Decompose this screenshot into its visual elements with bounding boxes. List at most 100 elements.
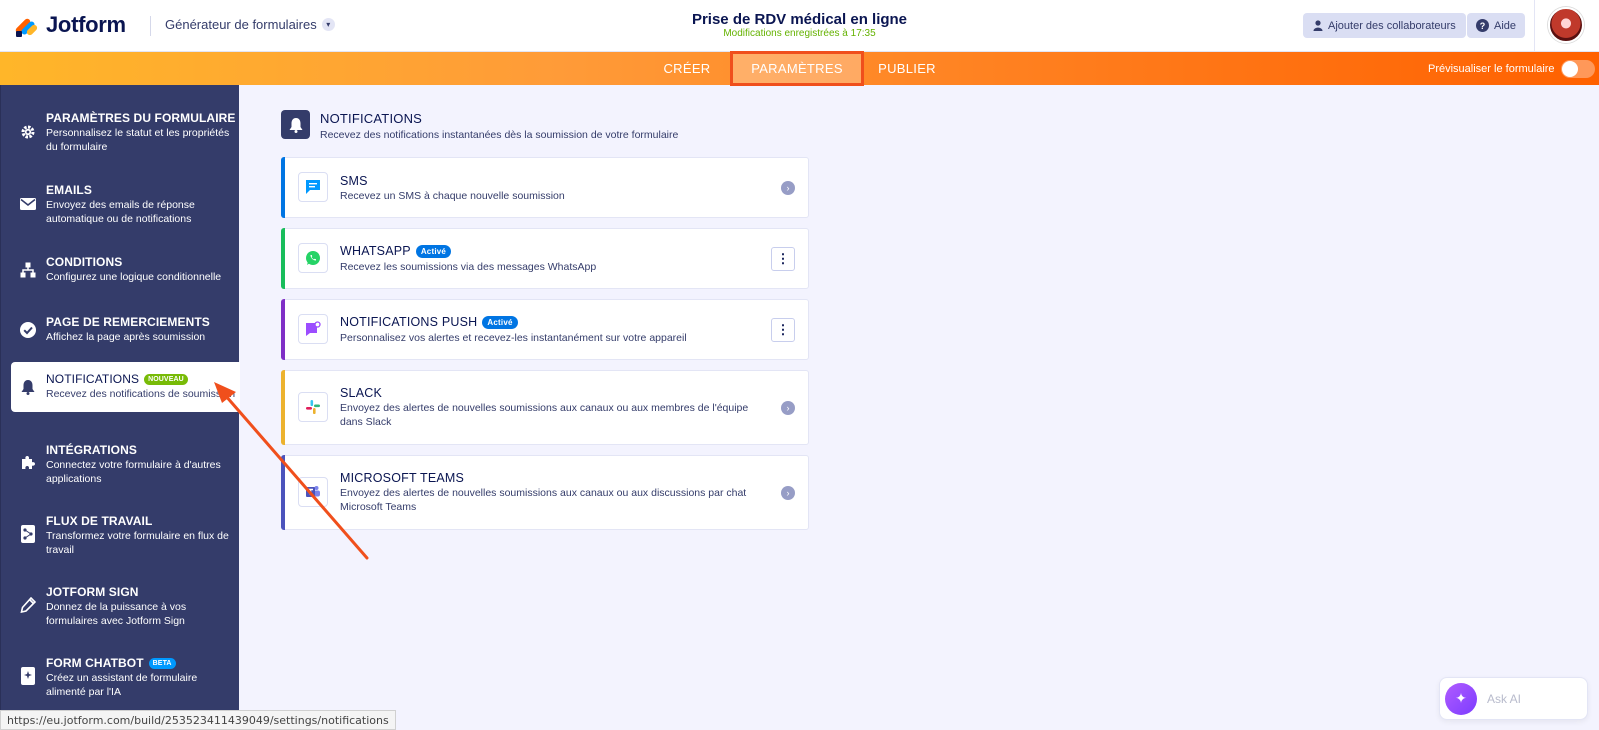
puzzle-icon: [19, 454, 37, 472]
chevron-right-icon[interactable]: ›: [781, 401, 795, 415]
card-desc: Envoyez des alertes de nouvelles soumiss…: [340, 487, 747, 513]
sidebar-item-title: INTÉGRATIONS: [46, 443, 137, 457]
notification-card-push[interactable]: NOTIFICATIONS PUSH Activé Personnalisez …: [281, 299, 809, 360]
sidebar-item-title: NOTIFICATIONS NOUVEAU: [46, 372, 188, 386]
active-badge: Activé: [415, 244, 452, 258]
sidebar-item-desc: Configurez une logique conditionnelle: [46, 271, 222, 283]
bell-icon: [281, 110, 310, 139]
sidebar-item-title: CONDITIONS: [46, 255, 123, 269]
sidebar-item-desc: Personnalisez le statut et les propriété…: [46, 127, 230, 153]
gear-icon: [19, 123, 37, 141]
envelope-icon: [19, 195, 37, 213]
sidebar-item-desc: Connectez votre formulaire à d'autres ap…: [46, 459, 221, 485]
sidebar-item-title: FLUX DE TRAVAIL: [46, 514, 153, 528]
sidebar-item-jotform-sign[interactable]: JOTFORM SIGN Donnez de la puissance à vo…: [1, 581, 240, 631]
chevron-right-icon[interactable]: ›: [781, 181, 795, 195]
sidebar-item-desc: Recevez des notifications de soumission: [46, 388, 236, 400]
card-accent-bar: [281, 370, 285, 445]
sidebar-item-label: FORM CHATBOT: [46, 656, 144, 670]
sidebar-item-integrations[interactable]: INTÉGRATIONS Connectez votre formulaire …: [1, 439, 240, 489]
sidebar-item-title: PARAMÈTRES DU FORMULAIRE: [46, 111, 236, 125]
pen-icon: [19, 596, 37, 614]
check-circle-icon: [19, 321, 37, 339]
sidebar-item-emails[interactable]: EMAILS Envoyez des emails de réponse aut…: [1, 179, 240, 229]
card-desc: Recevez un SMS à chaque nouvelle soumiss…: [340, 190, 565, 202]
main-nav: CRÉER PARAMÈTRES PUBLIER Prévisualiser l…: [0, 51, 1599, 86]
sidebar-item-workflow[interactable]: FLUX DE TRAVAIL Transformez votre formul…: [1, 510, 240, 560]
sidebar-item-form-settings[interactable]: PARAMÈTRES DU FORMULAIRE Personnalisez l…: [1, 107, 240, 167]
chatbot-icon: [19, 667, 37, 685]
card-title-text: SMS: [340, 174, 368, 188]
active-badge: Activé: [482, 315, 518, 329]
notification-card-slack[interactable]: SLACK Envoyez des alertes de nouvelles s…: [281, 370, 809, 445]
sidebar-item-desc: Affichez la page après soumission: [46, 331, 206, 343]
notification-card-teams[interactable]: MICROSOFT TEAMS Envoyez des alertes de n…: [281, 455, 809, 530]
avatar[interactable]: [1548, 7, 1584, 43]
workflow-icon: [19, 525, 37, 543]
bell-icon: [19, 378, 37, 396]
sidebar-item-label: NOTIFICATIONS: [46, 372, 140, 386]
tab-creer[interactable]: CRÉER: [652, 52, 722, 85]
card-accent-bar: [281, 299, 285, 360]
section-title: NOTIFICATIONS: [320, 111, 423, 126]
hierarchy-icon: [19, 261, 37, 279]
card-accent-bar: [281, 228, 285, 289]
sidebar-item-desc: Créez un assistant de formulaire aliment…: [46, 672, 198, 698]
preview-toggle[interactable]: [1560, 60, 1595, 78]
slack-icon: [298, 392, 328, 422]
preview-toggle-group: Prévisualiser le formulaire: [1428, 60, 1595, 78]
sidebar-item-notifications[interactable]: NOTIFICATIONS NOUVEAU Recevez des notifi…: [11, 362, 240, 412]
card-title: NOTIFICATIONS PUSH Activé: [340, 315, 518, 329]
whatsapp-icon: [298, 243, 328, 273]
more-options-button[interactable]: ⋮: [771, 247, 795, 271]
more-options-button[interactable]: ⋮: [771, 318, 795, 342]
collab-label: Ajouter des collaborateurs: [1328, 19, 1456, 32]
sms-icon: [298, 172, 328, 202]
sidebar-item-desc: Envoyez des emails de réponse automatiqu…: [46, 199, 195, 225]
status-url: https://eu.jotform.com/build/25352341143…: [0, 710, 396, 730]
beta-badge: BETA: [148, 657, 176, 669]
add-collaborators-button[interactable]: Ajouter des collaborateurs: [1303, 13, 1466, 38]
card-title-text: NOTIFICATIONS PUSH: [340, 315, 478, 329]
settings-sidebar: PARAMÈTRES DU FORMULAIRE Personnalisez l…: [0, 85, 240, 730]
top-header: Jotform Générateur de formulaires ▾ Pris…: [0, 0, 1599, 52]
tab-publier[interactable]: PUBLIER: [872, 52, 942, 85]
header-divider-right: [1534, 0, 1535, 52]
sidebar-item-conditions[interactable]: CONDITIONS Configurez une logique condit…: [1, 251, 240, 291]
notification-card-whatsapp[interactable]: WHATSAPP Activé Recevez les soumissions …: [281, 228, 809, 289]
new-badge: NOUVEAU: [144, 373, 188, 385]
sparkle-icon: ✦: [1445, 682, 1477, 715]
sidebar-item-title: EMAILS: [46, 183, 92, 197]
teams-icon: [298, 477, 328, 507]
card-desc: Envoyez des alertes de nouvelles soumiss…: [340, 402, 749, 428]
notification-card-sms[interactable]: SMS Recevez un SMS à chaque nouvelle sou…: [281, 157, 809, 218]
card-accent-bar: [281, 455, 285, 530]
card-title: SMS: [340, 174, 368, 188]
sidebar-item-thank-you-page[interactable]: PAGE DE REMERCIEMENTS Affichez la page a…: [1, 311, 240, 351]
sidebar-item-desc: Donnez de la puissance à vos formulaires…: [46, 601, 187, 627]
card-desc: Recevez les soumissions via des messages…: [340, 261, 597, 273]
sidebar-item-desc: Transformez votre formulaire en flux de …: [46, 530, 229, 556]
card-title-text: SLACK: [340, 386, 382, 400]
card-desc: Personnalisez vos alertes et recevez-les…: [340, 332, 687, 344]
card-accent-bar: [281, 157, 285, 218]
sidebar-item-form-chatbot[interactable]: FORM CHATBOT BETA Créez un assistant de …: [1, 652, 240, 702]
card-title-text: WHATSAPP: [340, 244, 411, 258]
ask-ai-button[interactable]: ✦ Ask AI: [1439, 677, 1588, 720]
sidebar-item-title: FORM CHATBOT BETA: [46, 656, 176, 670]
help-label: Aide: [1494, 19, 1517, 32]
card-title: MICROSOFT TEAMS: [340, 471, 464, 485]
tab-parametres[interactable]: PARAMÈTRES: [730, 51, 864, 86]
ask-ai-label: Ask AI: [1487, 691, 1522, 706]
section-desc: Recevez des notifications instantanées d…: [320, 129, 679, 141]
card-title-text: MICROSOFT TEAMS: [340, 471, 465, 485]
preview-label: Prévisualiser le formulaire: [1428, 63, 1555, 75]
sidebar-item-title: PAGE DE REMERCIEMENTS: [46, 315, 210, 329]
notifications-header: NOTIFICATIONS Recevez des notifications …: [281, 110, 678, 141]
chevron-right-icon[interactable]: ›: [781, 486, 795, 500]
user-icon: [1313, 20, 1323, 31]
push-icon: [298, 314, 328, 344]
card-title: WHATSAPP Activé: [340, 244, 452, 258]
sidebar-item-title: JOTFORM SIGN: [46, 585, 139, 599]
help-button[interactable]: ? Aide: [1467, 13, 1526, 38]
